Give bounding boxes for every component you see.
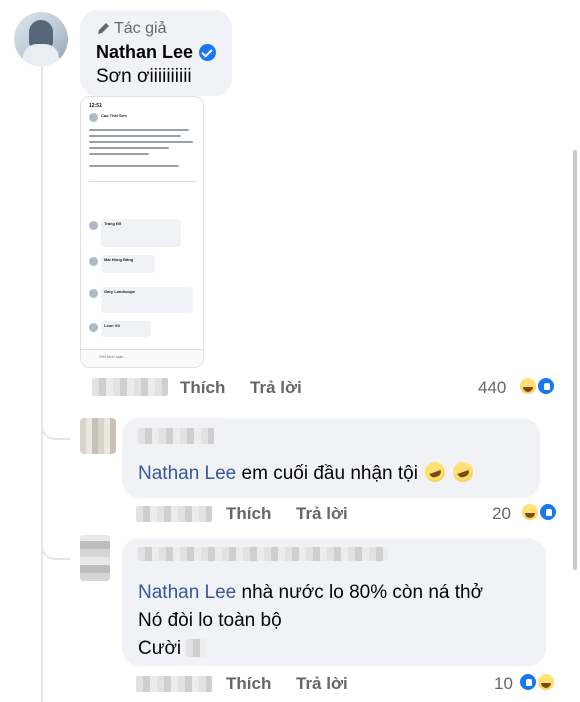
like-button[interactable]: Thích (180, 378, 225, 398)
mention-link[interactable]: Nathan Lee (138, 582, 236, 603)
reaction-count[interactable]: 10 (494, 674, 513, 694)
blurred-timestamp (136, 506, 212, 522)
screenshot-comment-box: Viết bình luận... (99, 354, 127, 359)
reply-text-line: Nathan Lee nhà nước lo 80% còn ná thở (138, 582, 484, 603)
avatar[interactable] (80, 418, 116, 454)
reply-button[interactable]: Trả lời (296, 504, 348, 524)
author-comment-text: Sơn ơiiiiiiiiii (96, 66, 192, 87)
reply-button[interactable]: Trả lời (296, 674, 348, 694)
like-reaction-icon[interactable] (518, 672, 538, 692)
blurred-timestamp (136, 676, 212, 692)
like-reaction-icon[interactable] (538, 502, 558, 522)
pencil-icon (98, 23, 109, 34)
haha-reaction-icon[interactable] (518, 376, 538, 396)
attached-screenshot[interactable]: 12:51 Cao Thái Sơn Trang Đỗ Mai Hồng Đăn… (80, 96, 204, 368)
haha-reaction-icon[interactable] (520, 502, 540, 522)
reply-connector (41, 520, 71, 560)
like-button[interactable]: Thích (226, 504, 271, 524)
reaction-count[interactable]: 20 (492, 504, 511, 524)
reply-text-line: Nó đòi lo toàn bộ (138, 610, 282, 631)
like-reaction-icon[interactable] (536, 376, 556, 396)
reply-text: Nathan Lee em cuối đầu nhận tội (138, 459, 476, 485)
screenshot-poster: Cao Thái Sơn (101, 113, 127, 118)
author-badge: Tác giả (96, 20, 166, 38)
scrollbar[interactable] (573, 150, 577, 570)
rofl-emoji-icon (422, 459, 449, 485)
blurred-username (138, 428, 214, 444)
rofl-emoji-icon (449, 459, 476, 485)
reaction-count[interactable]: 440 (478, 378, 506, 398)
like-button[interactable]: Thích (226, 674, 271, 694)
author-avatar[interactable] (14, 12, 68, 66)
thread-line (41, 66, 43, 702)
reply-text-line: Cười (138, 638, 207, 660)
verified-badge-icon (199, 44, 217, 61)
author-badge-label: Tác giả (114, 20, 167, 37)
mention-link[interactable]: Nathan Lee (138, 463, 236, 484)
avatar[interactable] (80, 535, 110, 581)
blurred-username (138, 547, 388, 561)
author-name[interactable]: Nathan Lee (96, 42, 217, 63)
reply-button[interactable]: Trả lời (250, 378, 302, 398)
blurred-emoji (186, 639, 207, 657)
blurred-timestamp (92, 378, 168, 396)
screenshot-status-time: 12:51 (89, 103, 102, 109)
haha-reaction-icon[interactable] (536, 672, 556, 692)
reply-connector (41, 400, 71, 440)
